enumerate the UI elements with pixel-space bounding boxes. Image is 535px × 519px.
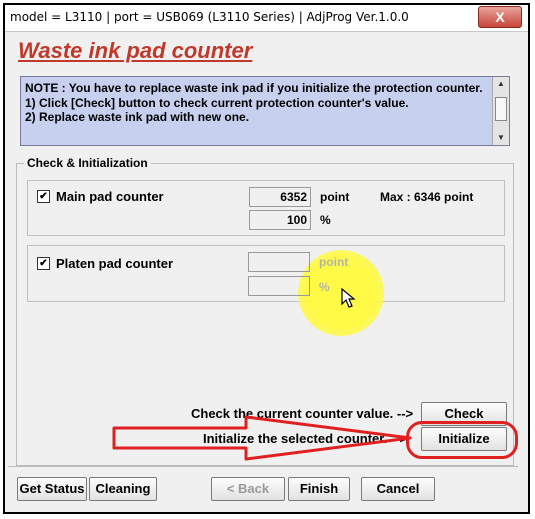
main-pad-checkbox[interactable]: ✔ (37, 190, 50, 203)
scroll-up-icon[interactable]: ▲ (493, 77, 509, 91)
platen-pad-percent-unit: % (319, 280, 330, 294)
note-text: NOTE : You have to replace waste ink pad… (25, 81, 483, 124)
title-bar: model = L3110 | port = USB069 (L3110 Ser… (5, 5, 528, 32)
footer-divider (8, 466, 518, 467)
scroll-down-icon[interactable]: ▼ (493, 131, 509, 145)
platen-pad-point-unit: point (319, 255, 349, 269)
cleaning-button[interactable]: Cleaning (89, 477, 157, 501)
window-title: model = L3110 | port = USB069 (L3110 Ser… (10, 10, 409, 24)
scroll-thumb[interactable] (495, 97, 507, 121)
mouse-cursor-icon (341, 288, 356, 308)
main-pad-point-value: 6352 (249, 187, 311, 207)
main-pad-label: Main pad counter (56, 189, 164, 204)
back-button[interactable]: < Back (211, 477, 285, 501)
finish-button[interactable]: Finish (288, 477, 350, 501)
main-pad-percent-value: 100 (249, 210, 311, 230)
platen-pad-point-value (248, 252, 310, 272)
cancel-button[interactable]: Cancel (361, 477, 435, 501)
red-arrow-icon (112, 415, 412, 461)
note-box: NOTE : You have to replace waste ink pad… (20, 76, 510, 146)
note-scrollbar[interactable]: ▲ ▼ (492, 77, 509, 145)
page-title: Waste ink pad counter (18, 38, 253, 63)
group-label: Check & Initialization (24, 156, 151, 170)
initialize-highlight-ring (406, 421, 518, 459)
main-pad-point-unit: point (320, 190, 350, 204)
main-pad-percent-unit: % (320, 213, 331, 227)
main-pad-max-label: Max : 6346 point (380, 190, 474, 204)
platen-pad-label: Platen pad counter (56, 256, 174, 271)
close-button[interactable]: X (478, 6, 522, 28)
get-status-button[interactable]: Get Status (17, 477, 87, 501)
platen-pad-percent-value (248, 276, 310, 296)
platen-pad-checkbox[interactable]: ✔ (37, 257, 50, 270)
main-pad-section: ✔ Main pad counter 6352 point Max : 6346… (27, 180, 505, 236)
